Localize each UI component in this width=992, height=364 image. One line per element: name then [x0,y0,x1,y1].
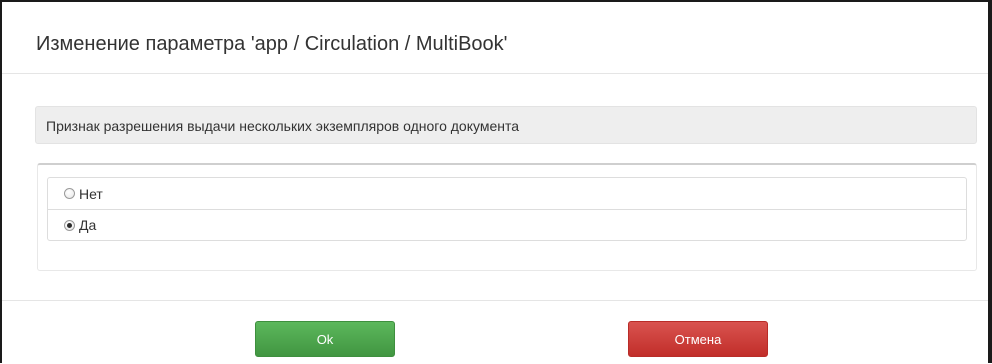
parameter-description: Признак разрешения выдачи нескольких экз… [46,118,520,134]
options-panel: Нет Да [37,163,977,271]
option-item-yes[interactable]: Да [48,209,966,240]
ok-button[interactable]: Ok [255,321,395,357]
options-list: Нет Да [47,177,967,241]
parameter-edit-dialog: Изменение параметра 'app / Circulation /… [0,0,992,363]
radio-button-icon[interactable] [64,219,75,231]
option-item-no[interactable]: Нет [48,178,966,209]
option-label-no: Нет [79,185,103,202]
dialog-title: Изменение параметра 'app / Circulation /… [36,33,508,55]
option-label-yes: Да [79,217,97,233]
parameter-description-box: Признак разрешения выдачи нескольких экз… [35,106,977,144]
dialog-footer: Ok Отмена [2,300,988,364]
cancel-button[interactable]: Отмена [628,321,768,357]
dialog-header: Изменение параметра 'app / Circulation /… [2,2,988,74]
radio-button-icon[interactable] [64,188,75,199]
